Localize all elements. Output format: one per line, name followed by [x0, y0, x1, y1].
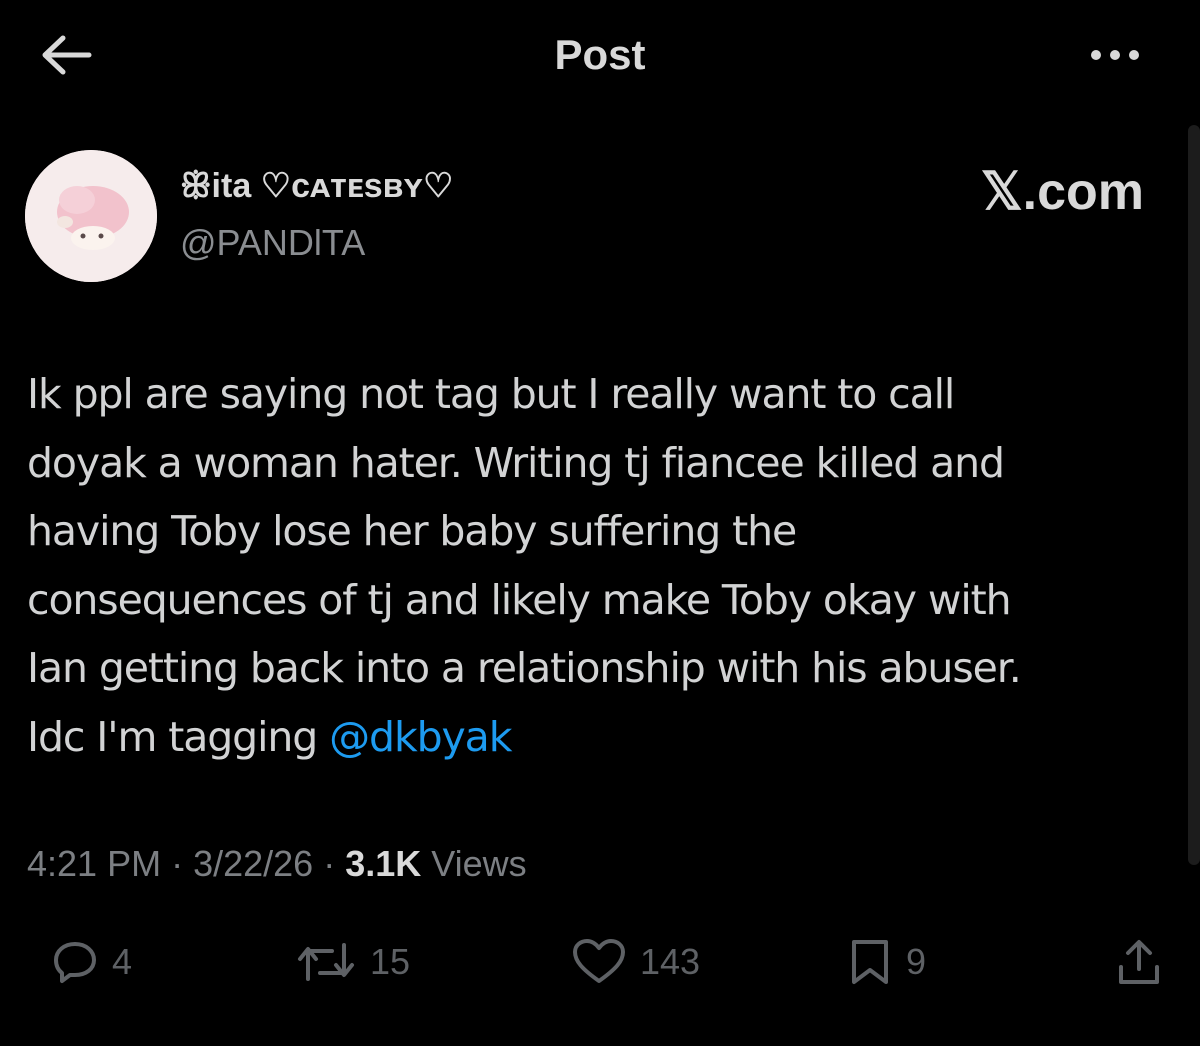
post-date[interactable]: 3/22/26 — [193, 843, 313, 884]
avatar-image — [25, 150, 157, 282]
post-text: Ik ppl are saying not tag but I really w… — [27, 360, 1177, 771]
repost-icon — [298, 943, 354, 981]
reply-count: 4 — [112, 941, 133, 982]
more-options-button[interactable] — [1080, 30, 1150, 80]
bookmark-count: 9 — [906, 941, 927, 982]
meta-separator: · — [313, 843, 346, 884]
like-count: 143 — [640, 941, 701, 982]
bookmark-icon — [852, 940, 888, 984]
top-bar: Post — [0, 0, 1200, 110]
like-button[interactable]: 143 — [572, 930, 700, 994]
repost-button[interactable]: 15 — [296, 930, 410, 994]
avatar[interactable] — [25, 150, 157, 282]
mention-link[interactable]: @dkbyak — [329, 713, 512, 761]
post-text-line: having Toby lose her baby suffering the — [27, 507, 797, 555]
views-count: 3.1K — [345, 843, 422, 884]
views-label: Views — [421, 843, 527, 884]
more-dots-icon — [1091, 50, 1101, 60]
reply-button[interactable]: 4 — [52, 930, 132, 994]
share-icon — [1119, 940, 1159, 984]
meta-separator: · — [161, 843, 194, 884]
action-bar: 4 15 143 9 — [0, 930, 1200, 994]
post-meta: 4:21 PM · 3/22/26 · 3.1K Views — [27, 838, 527, 890]
post-text-line: doyak a woman hater. Writing tj fiancee … — [27, 438, 1005, 487]
post-text-line: Ian getting back into a relationship wit… — [27, 644, 1022, 692]
heart-icon — [573, 939, 625, 983]
user-handle[interactable]: @PANDlTA — [180, 220, 365, 266]
page-title: Post — [554, 31, 646, 78]
reply-icon — [54, 942, 96, 983]
more-dot — [1110, 50, 1120, 60]
post-text-prefix: Idc I'm tagging — [27, 712, 330, 761]
more-dot — [1129, 50, 1139, 60]
post-text-line: consequences of tj and likely make Toby … — [27, 575, 1012, 624]
post-text-line: Ik ppl are saying not tag but I really w… — [27, 370, 955, 418]
display-name[interactable]: ꕥita ♡ᴄᴀᴛᴇsʙʏ♡ — [180, 165, 453, 207]
site-label: 𝕏.com — [980, 163, 1144, 221]
share-button[interactable] — [1116, 930, 1162, 994]
scrollbar[interactable] — [1188, 125, 1200, 865]
post-text-line-last: Idc I'm tagging @dkbyak — [27, 703, 1177, 772]
bookmark-button[interactable]: 9 — [848, 930, 926, 994]
post-time[interactable]: 4:21 PM — [27, 843, 161, 884]
repost-count: 15 — [370, 941, 411, 982]
